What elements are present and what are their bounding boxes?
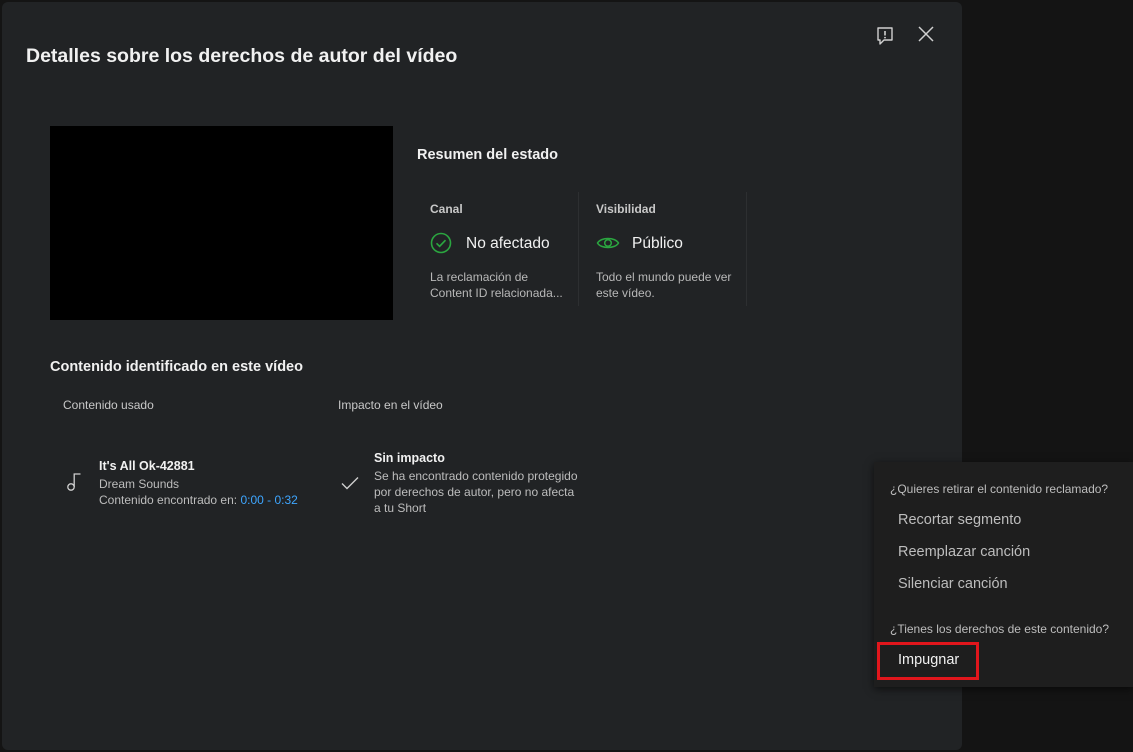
- channel-status-description: La reclamación de Content ID relacionada…: [430, 269, 570, 301]
- visibility-status-description: Todo el mundo puede ver este vídeo.: [596, 269, 746, 301]
- visibility-desc-line1: Todo el mundo puede ver: [596, 270, 732, 284]
- channel-desc-line1: La reclamación de: [430, 270, 529, 284]
- identified-content-heading: Contenido identificado en este vídeo: [50, 359, 303, 375]
- card-divider: [578, 192, 579, 306]
- content-found-range: Contenido encontrado en: 0:00 - 0:32: [99, 493, 298, 507]
- visibility-label: Visibilidad: [596, 202, 656, 216]
- content-title: It's All Ok-42881: [99, 459, 195, 473]
- menu-item-trim-segment[interactable]: Recortar segmento: [898, 512, 1021, 528]
- impact-description-line3: a tu Short: [374, 501, 427, 515]
- menu-item-replace-song[interactable]: Reemplazar canción: [898, 544, 1030, 560]
- impact-description-line2: por derechos de autor, pero no afecta: [374, 485, 575, 499]
- column-header-impact: Impacto en el vídeo: [338, 398, 443, 412]
- impact-title: Sin impacto: [374, 451, 445, 465]
- channel-label: Canal: [430, 202, 463, 216]
- channel-desc-line2: Content ID relacionada...: [430, 286, 563, 300]
- close-icon[interactable]: [912, 20, 940, 48]
- card-divider: [746, 192, 747, 306]
- content-artist: Dream Sounds: [99, 477, 180, 491]
- rights-question: ¿Tienes los derechos de este contenido?: [890, 622, 1110, 636]
- checkmark-icon: [341, 476, 359, 495]
- visibility-status-value: Público: [632, 235, 683, 252]
- channel-status-value: No afectado: [466, 235, 550, 252]
- remove-content-question: ¿Quieres retirar el contenido reclamado?: [890, 482, 1109, 496]
- music-note-icon: [66, 472, 82, 497]
- time-range-link[interactable]: 0:00 - 0:32: [240, 493, 297, 507]
- eye-icon: [596, 234, 620, 257]
- check-circle-icon: [430, 232, 452, 259]
- found-label: Contenido encontrado en:: [99, 493, 241, 507]
- dispute-highlight-box: [877, 642, 979, 680]
- column-header-content-used: Contenido usado: [63, 398, 154, 412]
- impact-description-line1: Se ha encontrado contenido protegido: [374, 469, 578, 483]
- feedback-flag-icon[interactable]: [871, 22, 899, 50]
- menu-item-mute-song[interactable]: Silenciar canción: [898, 576, 1008, 592]
- video-thumbnail: [50, 126, 393, 320]
- visibility-desc-line2: este vídeo.: [596, 286, 655, 300]
- dialog-title: Detalles sobre los derechos de autor del…: [26, 45, 458, 67]
- copyright-details-dialog: Detalles sobre los derechos de autor del…: [2, 2, 962, 750]
- status-summary-heading: Resumen del estado: [417, 147, 559, 163]
